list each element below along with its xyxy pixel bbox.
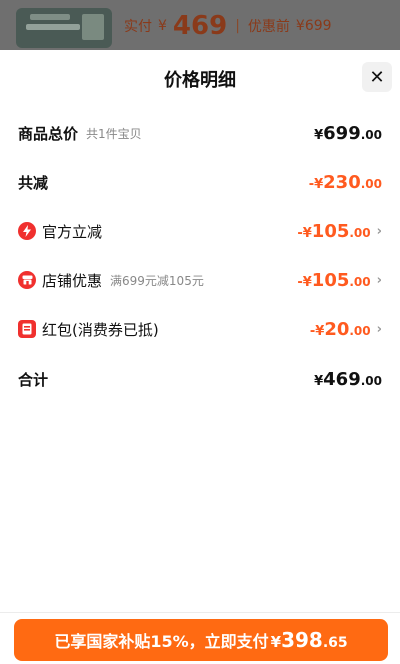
official-discount-label: 官方立减 — [42, 222, 103, 241]
pay-button-amount: 398 — [281, 628, 323, 652]
row-total-price: 商品总价 共1件宝贝 ¥699.00 — [18, 120, 382, 146]
chevron-right-icon: › — [376, 321, 382, 337]
row-shop-discount[interactable]: 店铺优惠 满699元减105元 -¥ 105.00 › — [18, 267, 382, 293]
shop-discount-amount: -¥ 105.00 › — [297, 269, 382, 291]
row-official-discount[interactable]: 官方立减 -¥ 105.00 › — [18, 218, 382, 244]
sum-amount: ¥469.00 — [314, 368, 382, 390]
background-price-summary: 实付 ¥ 469 | 优惠前 ¥699 — [124, 8, 332, 44]
total-reduction-amount: -¥ 230.00 — [308, 171, 382, 193]
total-price-amount: ¥699.00 — [314, 122, 382, 144]
total-reduction-label: 共减 — [18, 173, 49, 192]
shop-discount-note: 满699元减105元 — [110, 273, 204, 288]
paid-currency: ¥ — [158, 18, 167, 34]
sum-label: 合计 — [18, 370, 49, 389]
chevron-right-icon: › — [376, 223, 382, 239]
original-price: ¥699 — [295, 18, 332, 34]
row-total-reduction: 共减 -¥ 230.00 — [18, 169, 382, 195]
close-button[interactable]: ✕ — [362, 62, 392, 92]
sheet-title: 价格明细 — [164, 70, 236, 91]
pay-now-button[interactable]: 已享国家补贴15%，立即支付 ¥ 398 .65 — [14, 619, 388, 661]
product-thumbnail — [16, 8, 112, 48]
total-price-label: 商品总价 — [18, 124, 79, 143]
pay-button-decimal: .65 — [322, 635, 348, 651]
pay-button-text: 已享国家补贴15%，立即支付 — [54, 632, 269, 651]
original-label: 优惠前 — [247, 19, 290, 35]
close-icon: ✕ — [369, 66, 385, 88]
chevron-right-icon: › — [376, 272, 382, 288]
row-red-packet[interactable]: 红包(消费券已抵) -¥ 20.00 › — [18, 316, 382, 342]
total-price-note: 共1件宝贝 — [86, 126, 142, 141]
bottom-divider — [0, 612, 400, 613]
shop-discount-label: 店铺优惠 — [42, 271, 103, 290]
pay-button-currency: ¥ — [270, 633, 282, 651]
red-packet-icon — [18, 320, 36, 338]
lightning-icon — [18, 222, 36, 240]
paid-price: 469 — [172, 11, 228, 41]
row-sum: 合计 ¥469.00 — [18, 366, 382, 392]
background-header: 实付 ¥ 469 | 优惠前 ¥699 — [0, 0, 400, 50]
price-separator: | — [235, 18, 240, 34]
red-packet-label: 红包(消费券已抵) — [42, 320, 159, 339]
paid-label: 实付 — [124, 19, 152, 35]
red-packet-amount: -¥ 20.00 › — [309, 318, 382, 340]
price-detail-sheet: 价格明细 ✕ 商品总价 共1件宝贝 ¥699.00 共减 -¥ 230.00 官方… — [0, 50, 400, 664]
shop-icon — [18, 271, 36, 289]
official-discount-amount: -¥ 105.00 › — [297, 220, 382, 242]
